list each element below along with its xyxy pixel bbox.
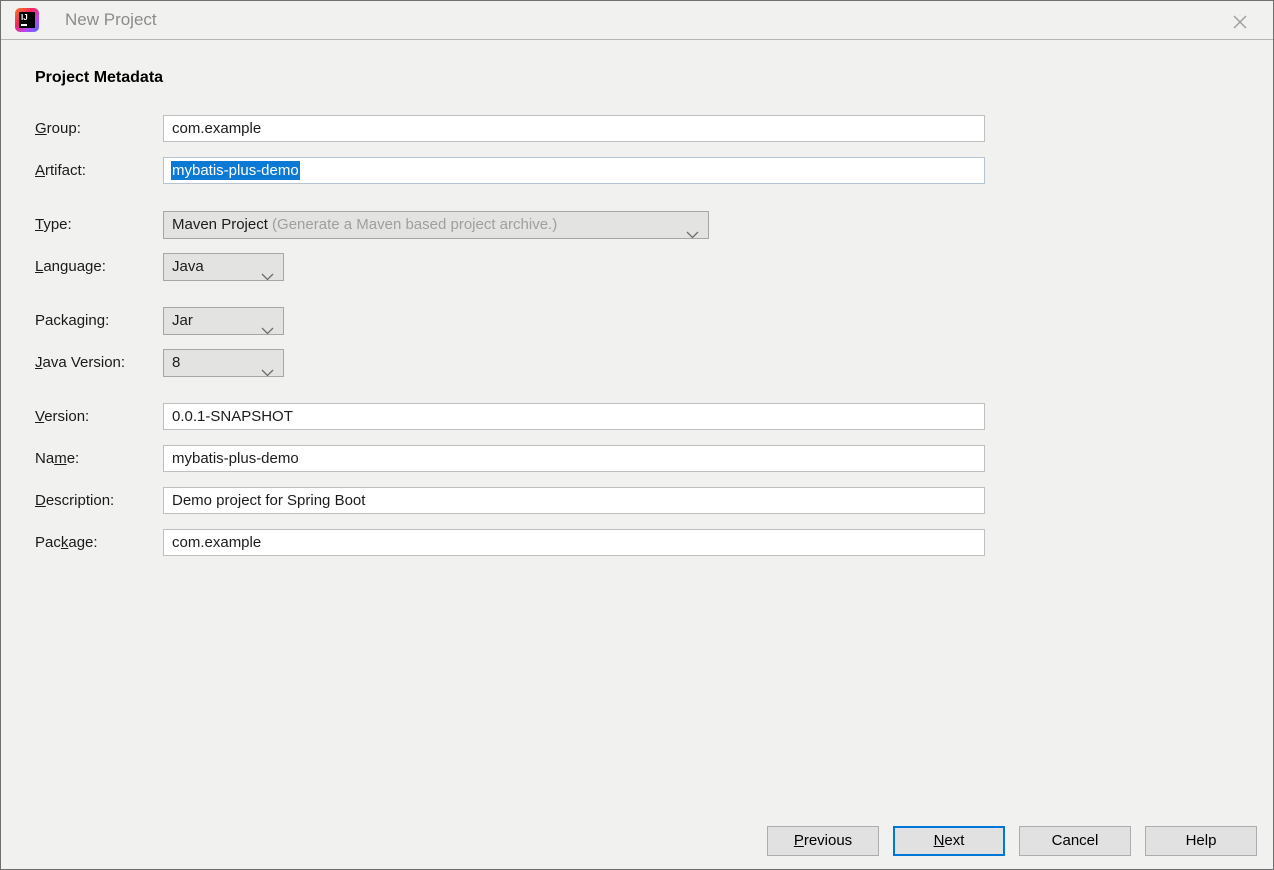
chevron-down-icon xyxy=(261,264,274,281)
row-java-version: Java Version: 8 xyxy=(1,349,1273,377)
row-name: Name: xyxy=(1,445,1273,473)
description-field[interactable] xyxy=(163,487,985,514)
language-label: Language: xyxy=(35,253,106,281)
title-bar: IJ New Project xyxy=(1,1,1273,40)
chevron-down-icon xyxy=(686,222,699,239)
group-label: Group: xyxy=(35,115,81,143)
artifact-field[interactable]: mybatis-plus-demo xyxy=(163,157,985,184)
selected-text: mybatis-plus-demo xyxy=(171,161,300,180)
cancel-button[interactable]: Cancel xyxy=(1019,826,1131,856)
java-version-dropdown[interactable]: 8 xyxy=(163,349,284,377)
logo-letters: IJ xyxy=(21,13,28,22)
close-icon[interactable] xyxy=(1229,11,1251,33)
version-label: Version: xyxy=(35,403,89,431)
row-package: Package: xyxy=(1,529,1273,557)
row-description: Description: xyxy=(1,487,1273,515)
row-packaging: Packaging: Jar xyxy=(1,307,1273,335)
page-title: Project Metadata xyxy=(35,69,163,87)
window-title: New Project xyxy=(65,1,157,39)
version-field[interactable] xyxy=(163,403,985,430)
name-label: Name: xyxy=(35,445,79,473)
row-artifact: Artifact: mybatis-plus-demo xyxy=(1,157,1273,185)
row-type: Type: Maven Project (Generate a Maven ba… xyxy=(1,211,1273,239)
package-field[interactable] xyxy=(163,529,985,556)
artifact-label: Artifact: xyxy=(35,157,86,185)
row-language: Language: Java xyxy=(1,253,1273,281)
intellij-idea-logo-icon: IJ xyxy=(15,8,39,32)
group-field[interactable] xyxy=(163,115,985,142)
previous-button[interactable]: Previous xyxy=(767,826,879,856)
java-version-label: Java Version: xyxy=(35,349,125,377)
language-dropdown[interactable]: Java xyxy=(163,253,284,281)
row-version: Version: xyxy=(1,403,1273,431)
packaging-label: Packaging: xyxy=(35,307,109,335)
packaging-dropdown[interactable]: Jar xyxy=(163,307,284,335)
new-project-dialog: IJ New Project Project Metadata Group: A… xyxy=(0,0,1274,870)
package-label: Package: xyxy=(35,529,98,557)
row-group: Group: xyxy=(1,115,1273,143)
type-dropdown-hint: (Generate a Maven based project archive.… xyxy=(272,216,557,233)
type-dropdown[interactable]: Maven Project (Generate a Maven based pr… xyxy=(163,211,709,239)
type-label: Type: xyxy=(35,211,72,239)
chevron-down-icon xyxy=(261,318,274,335)
help-button[interactable]: Help xyxy=(1145,826,1257,856)
name-field[interactable] xyxy=(163,445,985,472)
chevron-down-icon xyxy=(261,360,274,377)
description-label: Description: xyxy=(35,487,114,515)
next-button[interactable]: Next xyxy=(893,826,1005,856)
